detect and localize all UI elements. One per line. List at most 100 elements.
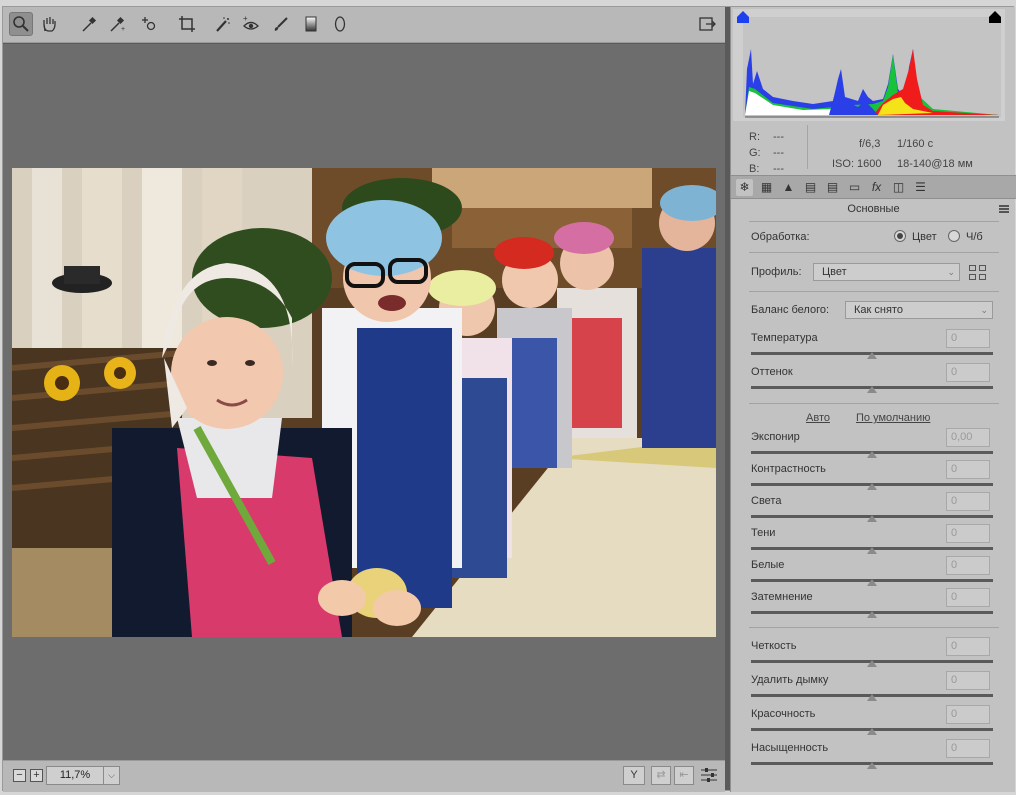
slider-value-field[interactable]: 0 xyxy=(946,556,990,575)
zoom-out-button[interactable]: − xyxy=(13,769,26,782)
slider-value-field[interactable]: 0 xyxy=(946,739,990,758)
slider-value-field[interactable]: 0 xyxy=(946,329,990,348)
auto-link[interactable]: Авто xyxy=(806,412,830,424)
settings-panel: R: --- G: --- B: --- f/6,3 1/160 с ISO: … xyxy=(730,7,1016,792)
slider-thumb[interactable] xyxy=(867,728,877,735)
slider-label: Белые xyxy=(751,559,785,571)
before-after-toggle-button[interactable]: Y xyxy=(623,766,645,785)
histogram xyxy=(733,9,1005,121)
radial-filter-icon[interactable] xyxy=(328,12,352,36)
split-toning-tab-icon[interactable]: ▤ xyxy=(824,179,841,196)
slider-value-field[interactable]: 0 xyxy=(946,637,990,656)
slider-label: Насыщенность xyxy=(751,742,829,754)
slider-thumb[interactable] xyxy=(867,352,877,359)
hsl-tab-icon[interactable]: ▤ xyxy=(802,179,819,196)
panel-tabs: ❄ ▦ ▲ ▤ ▤ ▭ fx ◫ ☰ xyxy=(731,175,1016,199)
detail-tab-icon[interactable]: ▲ xyxy=(780,179,797,196)
hand-tool-icon[interactable] xyxy=(37,12,61,36)
chevron-down-icon: ⌄ xyxy=(980,305,988,315)
presets-tab-icon[interactable]: ☰ xyxy=(912,179,929,196)
processing-label: Обработка: xyxy=(751,231,810,243)
slider-value-field[interactable]: 0 xyxy=(946,588,990,607)
g-value: --- xyxy=(773,147,784,159)
divider xyxy=(749,221,999,222)
white-balance-select[interactable]: Как снято ⌄ xyxy=(845,301,993,319)
camera-calibration-tab-icon[interactable]: ◫ xyxy=(890,179,907,196)
r-value: --- xyxy=(773,131,784,143)
slider-value-field[interactable]: 0 xyxy=(946,671,990,690)
adjustment-brush-icon[interactable] xyxy=(269,12,293,36)
default-link[interactable]: По умолчанию xyxy=(856,412,930,424)
panel-menu-icon[interactable] xyxy=(999,205,1009,213)
color-radio[interactable] xyxy=(894,230,906,242)
slider-label: Удалить дымку xyxy=(751,674,829,686)
aperture-value: f/6,3 xyxy=(859,138,881,150)
lens-corrections-tab-icon[interactable]: ▭ xyxy=(846,179,863,196)
slider-value-field[interactable]: 0 xyxy=(946,705,990,724)
slider-thumb[interactable] xyxy=(867,547,877,554)
basic-tab-icon[interactable]: ❄ xyxy=(736,179,753,196)
iso-value: ISO: 1600 xyxy=(832,158,882,170)
white-balance-tool-icon[interactable] xyxy=(77,12,101,36)
divider xyxy=(749,627,999,628)
slider-label: Температура xyxy=(751,332,818,344)
slider-thumb[interactable] xyxy=(867,762,877,769)
tool-bar: + + xyxy=(3,7,725,43)
bw-radio[interactable] xyxy=(948,230,960,242)
profile-browser-icon[interactable] xyxy=(969,265,989,281)
open-image-icon[interactable] xyxy=(695,12,719,36)
slider-thumb[interactable] xyxy=(867,694,877,701)
bw-option-label: Ч/б xyxy=(966,231,983,243)
slider-label: Тени xyxy=(751,527,776,539)
graduated-filter-icon[interactable] xyxy=(299,12,323,36)
zoom-in-button[interactable]: + xyxy=(30,769,43,782)
profile-select[interactable]: Цвет ⌄ xyxy=(813,263,960,281)
chevron-down-icon: ⌄ xyxy=(947,267,955,277)
zoom-select[interactable]: 11,7% ⌵ xyxy=(46,766,120,785)
section-title: Основные xyxy=(847,203,900,215)
slider-label: Четкость xyxy=(751,640,797,652)
lens-value: 18-140@18 мм xyxy=(897,158,973,170)
slider-value-field[interactable]: 0 xyxy=(946,524,990,543)
preview-canvas[interactable] xyxy=(3,44,725,760)
svg-text:+: + xyxy=(121,26,125,33)
color-option-label: Цвет xyxy=(912,231,937,243)
shutter-value: 1/160 с xyxy=(897,138,934,150)
divider xyxy=(749,252,999,253)
copy-settings-icon[interactable]: ⇤ xyxy=(674,766,694,785)
spot-removal-tool-icon[interactable] xyxy=(211,12,235,36)
slider-thumb[interactable] xyxy=(867,386,877,393)
divider xyxy=(749,403,999,404)
slider-value-field[interactable]: 0 xyxy=(946,460,990,479)
zoom-value: 11,7% xyxy=(59,769,91,781)
zoom-tool-icon[interactable] xyxy=(9,12,33,36)
svg-text:+: + xyxy=(243,15,248,23)
exif-divider xyxy=(807,125,808,169)
slider-thumb[interactable] xyxy=(867,579,877,586)
r-label: R: xyxy=(749,131,760,143)
camera-raw-window: + + − + 11,7% ⌵ Y ⇄ ⇤ R: --- G: --- B: -… xyxy=(2,6,1016,792)
slider-value-field[interactable]: 0 xyxy=(946,363,990,382)
b-value: --- xyxy=(773,163,784,175)
targeted-adjustment-tool-icon[interactable] xyxy=(137,12,161,36)
chevron-down-icon: ⌵ xyxy=(103,767,119,784)
slider-thumb[interactable] xyxy=(867,611,877,618)
crop-tool-icon[interactable] xyxy=(175,12,199,36)
slider-thumb[interactable] xyxy=(867,483,877,490)
slider-label: Затемнение xyxy=(751,591,813,603)
red-eye-tool-icon[interactable]: + xyxy=(239,12,263,36)
status-bar: − + 11,7% ⌵ Y ⇄ ⇤ xyxy=(3,760,725,792)
tone-curve-tab-icon[interactable]: ▦ xyxy=(758,179,775,196)
slider-value-field[interactable]: 0 xyxy=(946,492,990,511)
swap-icon[interactable]: ⇄ xyxy=(651,766,671,785)
exif-info: R: --- G: --- B: --- f/6,3 1/160 с ISO: … xyxy=(731,121,1016,175)
photo-preview[interactable] xyxy=(12,168,716,637)
color-sampler-tool-icon[interactable]: + xyxy=(105,12,129,36)
slider-thumb[interactable] xyxy=(867,515,877,522)
effects-tab-icon[interactable]: fx xyxy=(868,179,885,196)
g-label: G: xyxy=(749,147,761,159)
slider-value-field[interactable]: 0,00 xyxy=(946,428,990,447)
preview-settings-icon[interactable] xyxy=(699,766,719,785)
slider-thumb[interactable] xyxy=(867,451,877,458)
slider-thumb[interactable] xyxy=(867,660,877,667)
